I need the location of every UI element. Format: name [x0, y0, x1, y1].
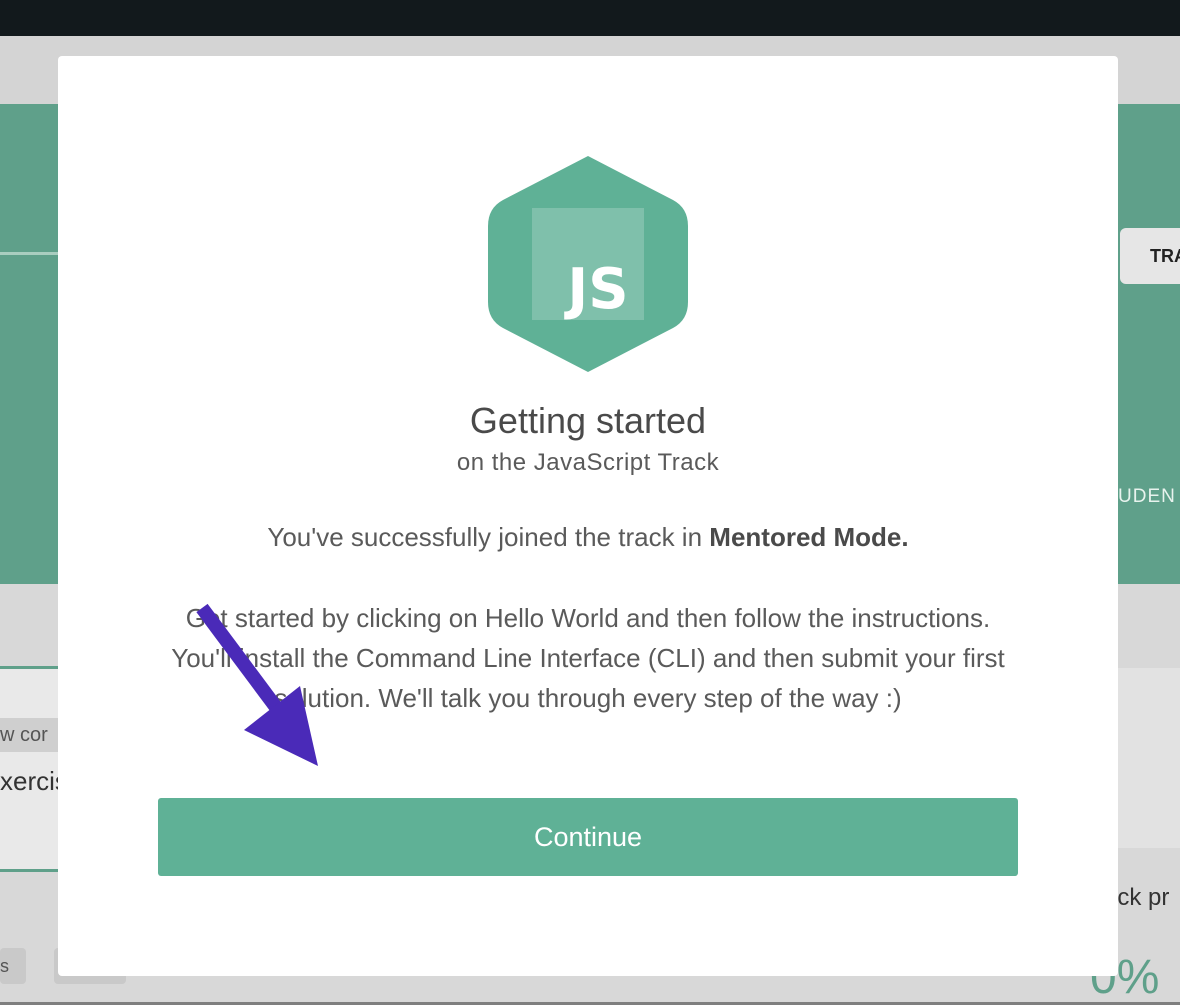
modal-subtitle: on the JavaScript Track	[456, 449, 720, 476]
continue-button[interactable]: Continue	[158, 798, 1018, 876]
tracks-tab[interactable]: TRA	[1120, 228, 1180, 284]
filter-chip[interactable]: s	[0, 948, 26, 984]
mentored-mode-label: Mentored Mode.	[709, 522, 909, 552]
logo-text: JS	[563, 257, 628, 322]
joined-message-text: You've successfully joined the track in	[267, 522, 710, 552]
top-navbar	[0, 0, 1180, 36]
joined-message: You've successfully joined the track in …	[58, 522, 1118, 553]
students-label: UDEN	[1118, 486, 1176, 507]
javascript-track-logo-icon: JS	[488, 156, 688, 372]
side-panel	[1118, 668, 1180, 848]
pointer-arrow-icon	[196, 603, 318, 766]
getting-started-modal: JS Getting started on the JavaScript Tra…	[58, 56, 1118, 976]
modal-title: Getting started	[469, 400, 707, 441]
